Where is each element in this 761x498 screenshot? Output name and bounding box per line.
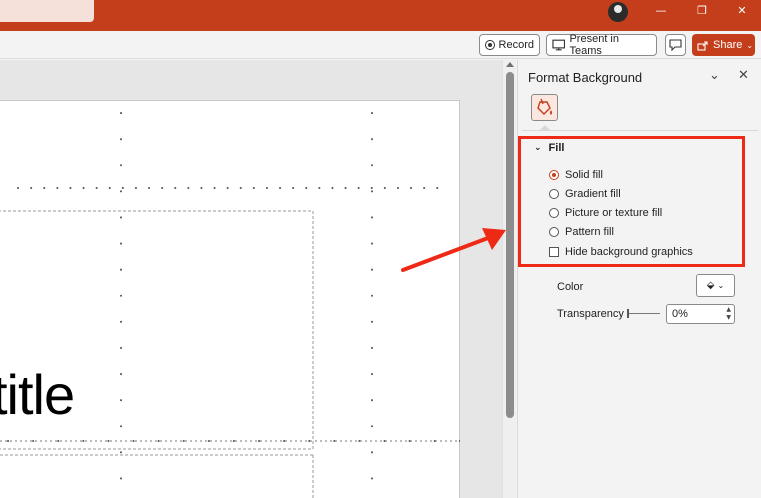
pane-title: Format Background xyxy=(528,70,643,85)
teams-icon xyxy=(552,39,566,51)
placeholder-guides xyxy=(0,112,460,498)
search-box[interactable] xyxy=(0,0,94,22)
slide-title-text[interactable]: title xyxy=(0,362,75,427)
transparency-input[interactable]: 0% ▲ ▼ xyxy=(666,304,735,324)
record-label: Record xyxy=(498,39,534,51)
vertical-scrollbar[interactable] xyxy=(502,60,516,498)
transparency-slider[interactable] xyxy=(627,309,660,318)
slide-canvas[interactable]: title xyxy=(0,60,502,498)
share-button[interactable]: Share ⌄ xyxy=(692,34,755,56)
scroll-up-icon[interactable] xyxy=(506,62,514,67)
chevron-down-icon: ⌄ xyxy=(717,281,725,290)
color-picker-button[interactable]: ⬙ ⌄ xyxy=(696,274,735,297)
minimize-button[interactable]: — xyxy=(641,0,681,22)
annotation-highlight-box xyxy=(518,136,745,267)
pane-divider xyxy=(522,130,758,131)
transparency-value: 0% xyxy=(672,308,688,320)
paint-bucket-icon: ⬙ xyxy=(706,280,715,291)
restore-button[interactable]: ❐ xyxy=(682,0,722,22)
share-label: Share xyxy=(713,39,743,51)
pane-options-chevron-icon[interactable]: ⌄ xyxy=(709,68,720,83)
ribbon-toolbar: Record Present in Teams Share ⌄ xyxy=(0,31,761,59)
record-button[interactable]: Record xyxy=(479,34,540,56)
format-background-pane: Format Background ⌄ ✕ ⌄ Fill Solid fill … xyxy=(517,60,761,498)
comments-button[interactable] xyxy=(665,34,686,56)
pane-close-icon[interactable]: ✕ xyxy=(738,68,749,83)
present-in-teams-label: Present in Teams xyxy=(569,33,619,57)
color-label: Color xyxy=(557,281,584,293)
paint-bucket-icon xyxy=(537,98,552,115)
share-icon xyxy=(697,40,708,51)
transparency-label: Transparency xyxy=(557,308,624,320)
present-in-teams-button[interactable]: Present in Teams xyxy=(546,33,657,57)
chevron-down-icon: ⌄ xyxy=(746,40,754,50)
transparency-slider-handle[interactable] xyxy=(627,309,629,318)
title-bar: — ❐ ✕ xyxy=(0,0,761,31)
comment-icon xyxy=(669,39,682,51)
spinner-arrows-icon[interactable]: ▲ ▼ xyxy=(726,306,731,322)
record-icon xyxy=(485,40,495,50)
slide[interactable] xyxy=(0,100,460,498)
avatar[interactable] xyxy=(608,2,628,22)
fill-tab[interactable] xyxy=(531,94,558,121)
annotation-arrow-icon xyxy=(401,228,506,272)
close-button[interactable]: ✕ xyxy=(722,0,761,22)
